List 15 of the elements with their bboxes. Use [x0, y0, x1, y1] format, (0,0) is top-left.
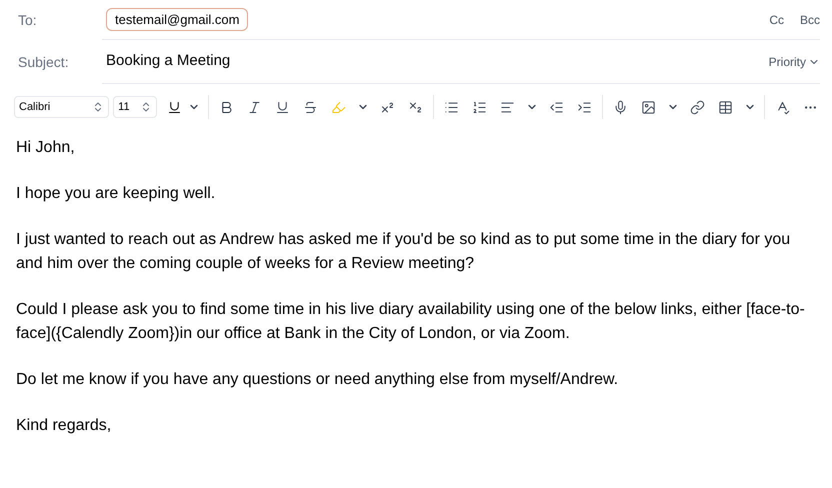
subject-label: Subject: [18, 52, 70, 72]
subject-field[interactable]: Booking a Meeting [106, 50, 769, 73]
font-select[interactable]: Calibri [14, 96, 110, 118]
priority-dropdown[interactable]: Priority [768, 52, 820, 70]
bcc-button[interactable]: Bcc [800, 10, 820, 28]
body-paragraph: I just wanted to reach out as Andrew has asked me if you'd be so kind as to put some time in the diary for you and him over the coming couple of weeks for a Review meeting? [16, 230, 792, 274]
recipient-chip[interactable]: testemail@gmail.com [106, 8, 248, 32]
body-paragraph: I hope you are keeping well. [16, 184, 216, 204]
body-paragraph: Do let me know if you have any questions or need anything else from myself/Andrew. [16, 370, 620, 390]
body-paragraph: Hi John, [16, 138, 76, 158]
body-paragraph: Could I please ask you to find some time in his live diary availability using one of the below links, either [face-to-face]({Calendly Zoom})in our office at Bank in the City of London, or via Zoom. [16, 300, 806, 344]
size-select[interactable]: 11 [113, 96, 158, 118]
cc-button[interactable]: Cc [769, 10, 784, 28]
body-paragraph: Kind regards, [16, 416, 112, 436]
to-label: To: [18, 10, 38, 30]
